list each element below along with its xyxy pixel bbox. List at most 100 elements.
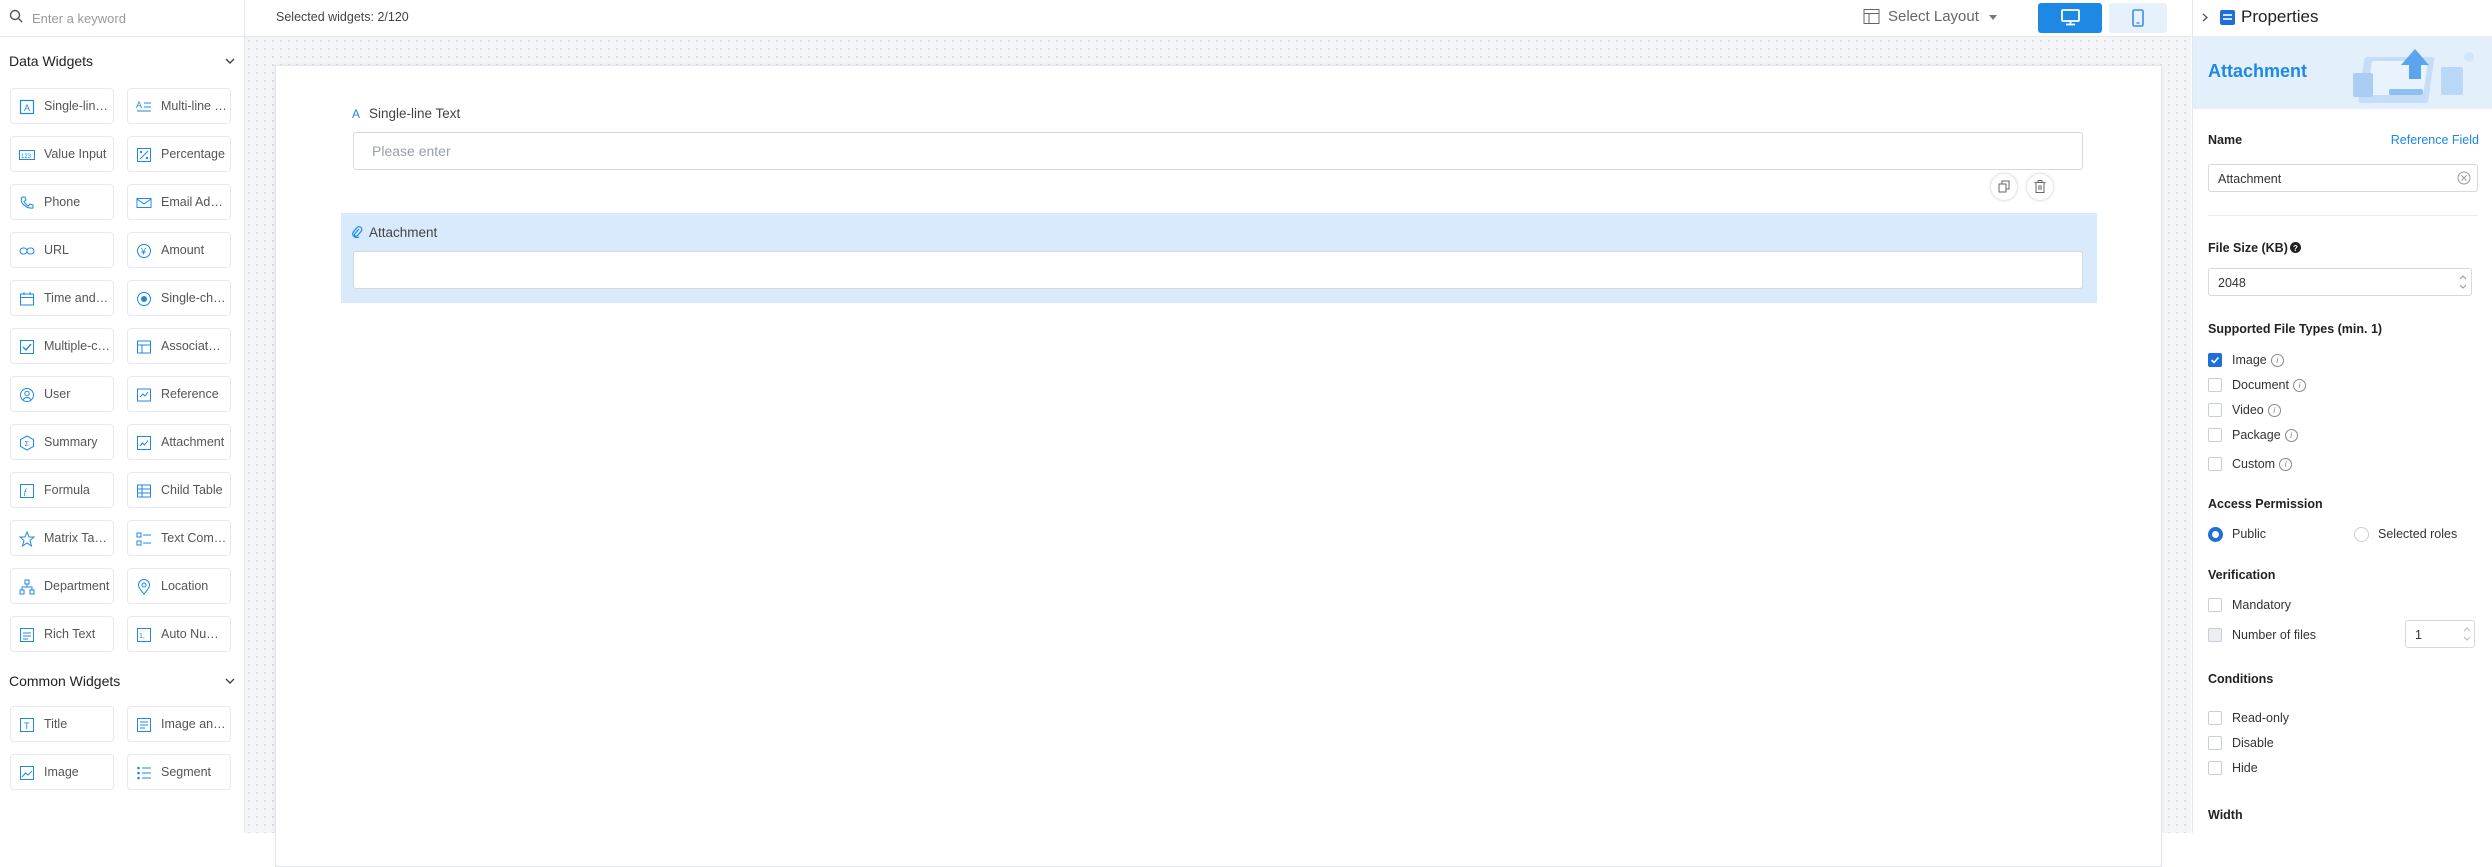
paperclip-icon [352,226,363,239]
widget-attachment[interactable]: Attachment [127,424,231,460]
access-selected-roles-radio[interactable] [2354,527,2369,542]
chevron-down-icon[interactable] [224,57,236,65]
clear-icon[interactable] [2457,171,2471,185]
access-public-radio[interactable] [2208,527,2223,542]
widget-child-table[interactable]: Child Table [127,472,231,508]
svg-text:Σ: Σ [25,441,30,448]
file-type-document-label: Document i [2232,378,2306,393]
number-of-files-value: 1 [2415,628,2422,642]
widget-phone[interactable]: Phone [10,184,114,220]
widget-value-input[interactable]: 123 Value Input [10,136,114,172]
file-type-video-checkbox[interactable] [2208,403,2222,417]
widget-time-and-date[interactable]: Time and Date [10,280,114,316]
widget-multi-line-text[interactable]: A Multi-line Text [127,88,231,124]
mandatory-label: Mandatory [2232,598,2292,612]
widget-amount[interactable]: ¥ Amount [127,232,231,268]
widget-formula[interactable]: ƒ Formula [10,472,114,508]
phone-icon [20,196,34,209]
copy-field-button[interactable] [1991,174,2017,200]
file-size-label: File Size (KB)? [2208,241,2301,255]
delete-field-button[interactable] [2027,174,2053,200]
name-input[interactable]: Attachment [2208,164,2478,192]
svg-text:T: T [24,721,30,731]
location-icon [137,579,151,595]
attachment-label: Attachment [369,225,438,240]
auto-number-icon: 1, [137,628,151,642]
widget-reference[interactable]: Reference [127,376,231,412]
chevron-down-icon[interactable] [224,677,236,685]
formula-icon: ƒ [20,484,34,498]
data-widgets-heading[interactable]: Data Widgets [9,53,93,69]
mandatory-checkbox[interactable] [2208,598,2222,612]
file-type-video-label: Video i [2232,403,2281,418]
widget-label: Attachment [161,435,225,449]
file-type-image-label: Image i [2232,353,2284,368]
attachment-input[interactable] [353,251,2083,289]
widget-single-line-text[interactable]: A Single-line Text [10,88,114,124]
svg-text:123: 123 [21,154,32,160]
widget-text-combination[interactable]: Text Combination [127,520,231,556]
upload-illustration-icon [2353,49,2474,103]
link-icon [19,247,35,255]
disable-checkbox[interactable] [2208,736,2222,750]
desktop-view-button[interactable] [2038,3,2102,33]
radio-icon [137,292,151,306]
widget-label: URL [44,243,70,257]
widget-multiple-choice[interactable]: Multiple-choice [10,328,114,364]
file-type-custom-label: Custom i [2232,457,2293,472]
help-icon: ? [2289,242,2301,253]
attachment-field-label: Attachment [351,225,437,240]
widget-rich-text[interactable]: Rich Text [10,616,114,652]
mobile-icon [2132,9,2144,27]
widget-associated-form[interactable]: Associated Form [127,328,231,364]
widget-auto-number[interactable]: 1, Auto Number [127,616,231,652]
file-size-input[interactable]: 2048 [2208,268,2472,296]
widget-single-choice[interactable]: Single-choice [127,280,231,316]
file-type-package-checkbox[interactable] [2208,428,2222,442]
widget-summary[interactable]: Σ Summary [10,424,114,460]
single-line-text-input[interactable]: Please enter [353,132,2083,170]
desktop-icon [2061,9,2080,26]
widget-location[interactable]: Location [127,568,231,604]
reference-icon [137,388,151,402]
toolbar: Selected widgets: 2/120 Select Layout [245,0,2191,37]
widget-matrix-table[interactable]: Matrix Table [10,520,114,556]
widget-user[interactable]: User [10,376,114,412]
stepper-icon[interactable] [2459,273,2467,291]
widget-image[interactable]: Image [10,754,114,790]
widget-segment[interactable]: Segment [127,754,231,790]
widget-label: Multiple-choice [44,339,110,353]
multiline-icon: A [136,100,151,112]
widget-image-and-text[interactable]: Image and Text [127,706,231,742]
chevron-right-icon[interactable] [2202,13,2208,22]
widget-email-address[interactable]: Email Address [127,184,231,220]
file-type-document-checkbox[interactable] [2208,378,2222,392]
summary-icon: Σ [20,435,34,451]
widget-url[interactable]: URL [10,232,114,268]
stepper-icon[interactable] [2463,625,2471,643]
segment-icon [137,766,151,780]
widget-label: User [44,387,71,401]
widget-label: Matrix Table [44,531,110,545]
common-widgets-heading[interactable]: Common Widgets [9,673,120,689]
reference-field-link[interactable]: Reference Field [2391,133,2479,147]
svg-text:A: A [24,103,30,113]
name-label: Name [2208,133,2243,147]
text-icon: A [19,99,35,115]
hide-checkbox[interactable] [2208,761,2222,775]
widget-percentage[interactable]: Percentage [127,136,231,172]
read-only-checkbox[interactable] [2208,711,2222,725]
rich-text-icon [20,628,34,642]
search-icon [9,9,23,23]
search-input[interactable] [30,6,234,30]
number-of-files-input[interactable]: 1 [2405,620,2475,648]
single-line-text-field-label[interactable]: A Single-line Text [351,106,460,121]
conditions-label: Conditions [2208,672,2274,686]
widget-title[interactable]: T Title [10,706,114,742]
file-type-image-checkbox[interactable] [2208,353,2222,367]
widget-department[interactable]: Department [10,568,114,604]
attachment-field-selected[interactable]: Attachment [341,213,2097,303]
file-type-custom-checkbox[interactable] [2208,457,2222,471]
mobile-view-button[interactable] [2109,3,2167,33]
number-of-files-checkbox[interactable] [2208,628,2222,642]
